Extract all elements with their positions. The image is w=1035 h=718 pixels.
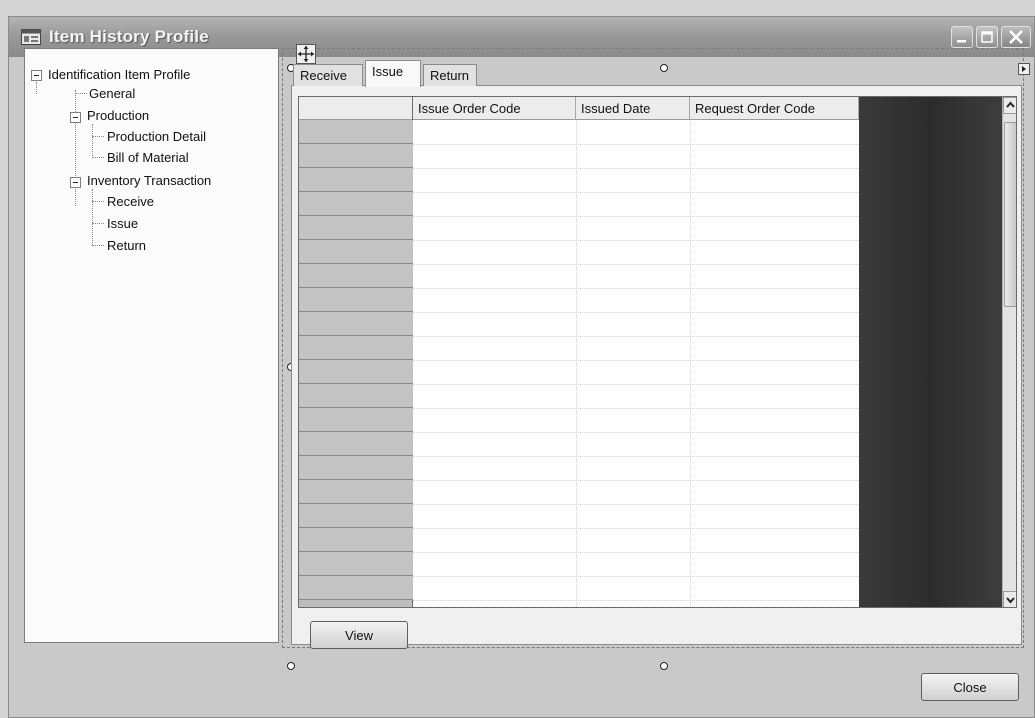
row-header[interactable] — [299, 576, 413, 600]
grid-row-line — [413, 480, 859, 481]
grid-empty-background — [859, 97, 1002, 607]
grid-column-divider — [690, 120, 691, 607]
tree-item-issue[interactable]: Issue — [107, 216, 138, 231]
row-header[interactable] — [299, 240, 413, 264]
issue-data-grid[interactable]: Issue Order Code Issued Date Request Ord… — [298, 96, 1017, 608]
tree-line — [92, 124, 93, 158]
tree-line — [92, 157, 104, 158]
row-header[interactable] — [299, 504, 413, 528]
close-button[interactable]: Close — [921, 673, 1019, 701]
grid-row-line — [413, 168, 859, 169]
row-header[interactable] — [299, 192, 413, 216]
move-handle[interactable] — [296, 44, 316, 64]
row-header[interactable] — [299, 264, 413, 288]
window-title: Item History Profile — [49, 27, 209, 46]
collapse-root-icon[interactable] — [31, 70, 42, 81]
minimize-button[interactable] — [951, 26, 973, 48]
chevron-down-icon — [1006, 597, 1015, 604]
grid-row-line — [413, 288, 859, 289]
column-header-request-order-code[interactable]: Request Order Code — [690, 97, 859, 120]
grid-row-line — [413, 240, 859, 241]
grid-row-line — [413, 600, 859, 601]
tree-line — [75, 93, 87, 94]
close-icon — [1009, 30, 1023, 44]
grid-row-line — [413, 384, 859, 385]
scroll-down-button[interactable] — [1003, 591, 1016, 607]
grid-row-line — [413, 312, 859, 313]
grid-row-line — [413, 408, 859, 409]
chevron-up-icon — [1006, 101, 1015, 108]
view-button[interactable]: View — [310, 621, 408, 649]
grid-row-line — [413, 192, 859, 193]
collapse-inventory-icon[interactable] — [70, 177, 81, 188]
row-header[interactable] — [299, 288, 413, 312]
tree-item-production-detail[interactable]: Production Detail — [107, 129, 206, 144]
row-header[interactable] — [299, 360, 413, 384]
row-header[interactable] — [299, 480, 413, 504]
tree-root-node[interactable]: Identification Item Profile — [48, 67, 190, 82]
grid-corner-cell — [299, 97, 413, 120]
grid-row-line — [413, 336, 859, 337]
column-header-issued-date[interactable]: Issued Date — [576, 97, 690, 120]
resize-handle[interactable] — [287, 662, 295, 670]
row-header[interactable] — [299, 336, 413, 360]
tree-line — [75, 90, 76, 206]
row-header[interactable] — [299, 144, 413, 168]
tree-item-receive[interactable]: Receive — [107, 194, 154, 209]
grid-row-line — [413, 504, 859, 505]
tree-item-bill-of-material[interactable]: Bill of Material — [107, 150, 189, 165]
tree-item-return[interactable]: Return — [107, 238, 146, 253]
row-header-column — [299, 120, 413, 607]
resize-handle[interactable] — [660, 662, 668, 670]
tab-return[interactable]: Return — [423, 64, 477, 86]
row-header[interactable] — [299, 168, 413, 192]
row-header[interactable] — [299, 456, 413, 480]
tree-line — [92, 201, 104, 202]
maximize-button[interactable] — [976, 26, 998, 48]
row-header[interactable] — [299, 528, 413, 552]
move-handle-icon — [298, 46, 314, 62]
grid-row-line — [413, 360, 859, 361]
resize-handle[interactable] — [660, 64, 668, 72]
tree-item-production[interactable]: Production — [87, 108, 149, 123]
grid-vertical-scrollbar[interactable] — [1002, 97, 1016, 607]
close-window-button[interactable] — [1001, 26, 1031, 48]
grid-row-line — [413, 552, 859, 553]
grid-row-line — [413, 576, 859, 577]
tab-issue[interactable]: Issue — [365, 60, 421, 87]
tree-line — [92, 223, 104, 224]
row-header[interactable] — [299, 408, 413, 432]
minimize-icon — [957, 40, 966, 43]
grid-row-line — [413, 216, 859, 217]
tree-line — [92, 136, 104, 137]
app-window-icon — [21, 29, 41, 45]
scroll-thumb[interactable] — [1004, 122, 1016, 307]
grid-row-line — [413, 432, 859, 433]
tree-item-inventory-transaction[interactable]: Inventory Transaction — [87, 173, 211, 188]
chevron-right-icon[interactable] — [1018, 63, 1030, 75]
tree-line — [92, 245, 104, 246]
row-header[interactable] — [299, 312, 413, 336]
row-header[interactable] — [299, 552, 413, 576]
tab-receive[interactable]: Receive — [293, 64, 363, 86]
tree-item-general[interactable]: General — [89, 86, 135, 101]
grid-column-divider — [576, 120, 577, 607]
collapse-production-icon[interactable] — [70, 112, 81, 123]
maximize-icon — [981, 31, 993, 43]
row-header[interactable] — [299, 384, 413, 408]
row-header[interactable] — [299, 216, 413, 240]
tree-line — [92, 189, 93, 245]
grid-row-line — [413, 144, 859, 145]
row-header[interactable] — [299, 120, 413, 144]
scroll-up-button[interactable] — [1003, 97, 1016, 114]
grid-row-line — [413, 528, 859, 529]
column-header-issue-order-code[interactable]: Issue Order Code — [413, 97, 576, 120]
navigation-tree[interactable]: Identification Item Profile General Prod… — [24, 48, 279, 643]
grid-row-line — [413, 264, 859, 265]
grid-row-line — [413, 456, 859, 457]
grid-header: Issue Order Code Issued Date Request Ord… — [299, 97, 859, 120]
tree-line — [36, 82, 37, 94]
row-header[interactable] — [299, 432, 413, 456]
